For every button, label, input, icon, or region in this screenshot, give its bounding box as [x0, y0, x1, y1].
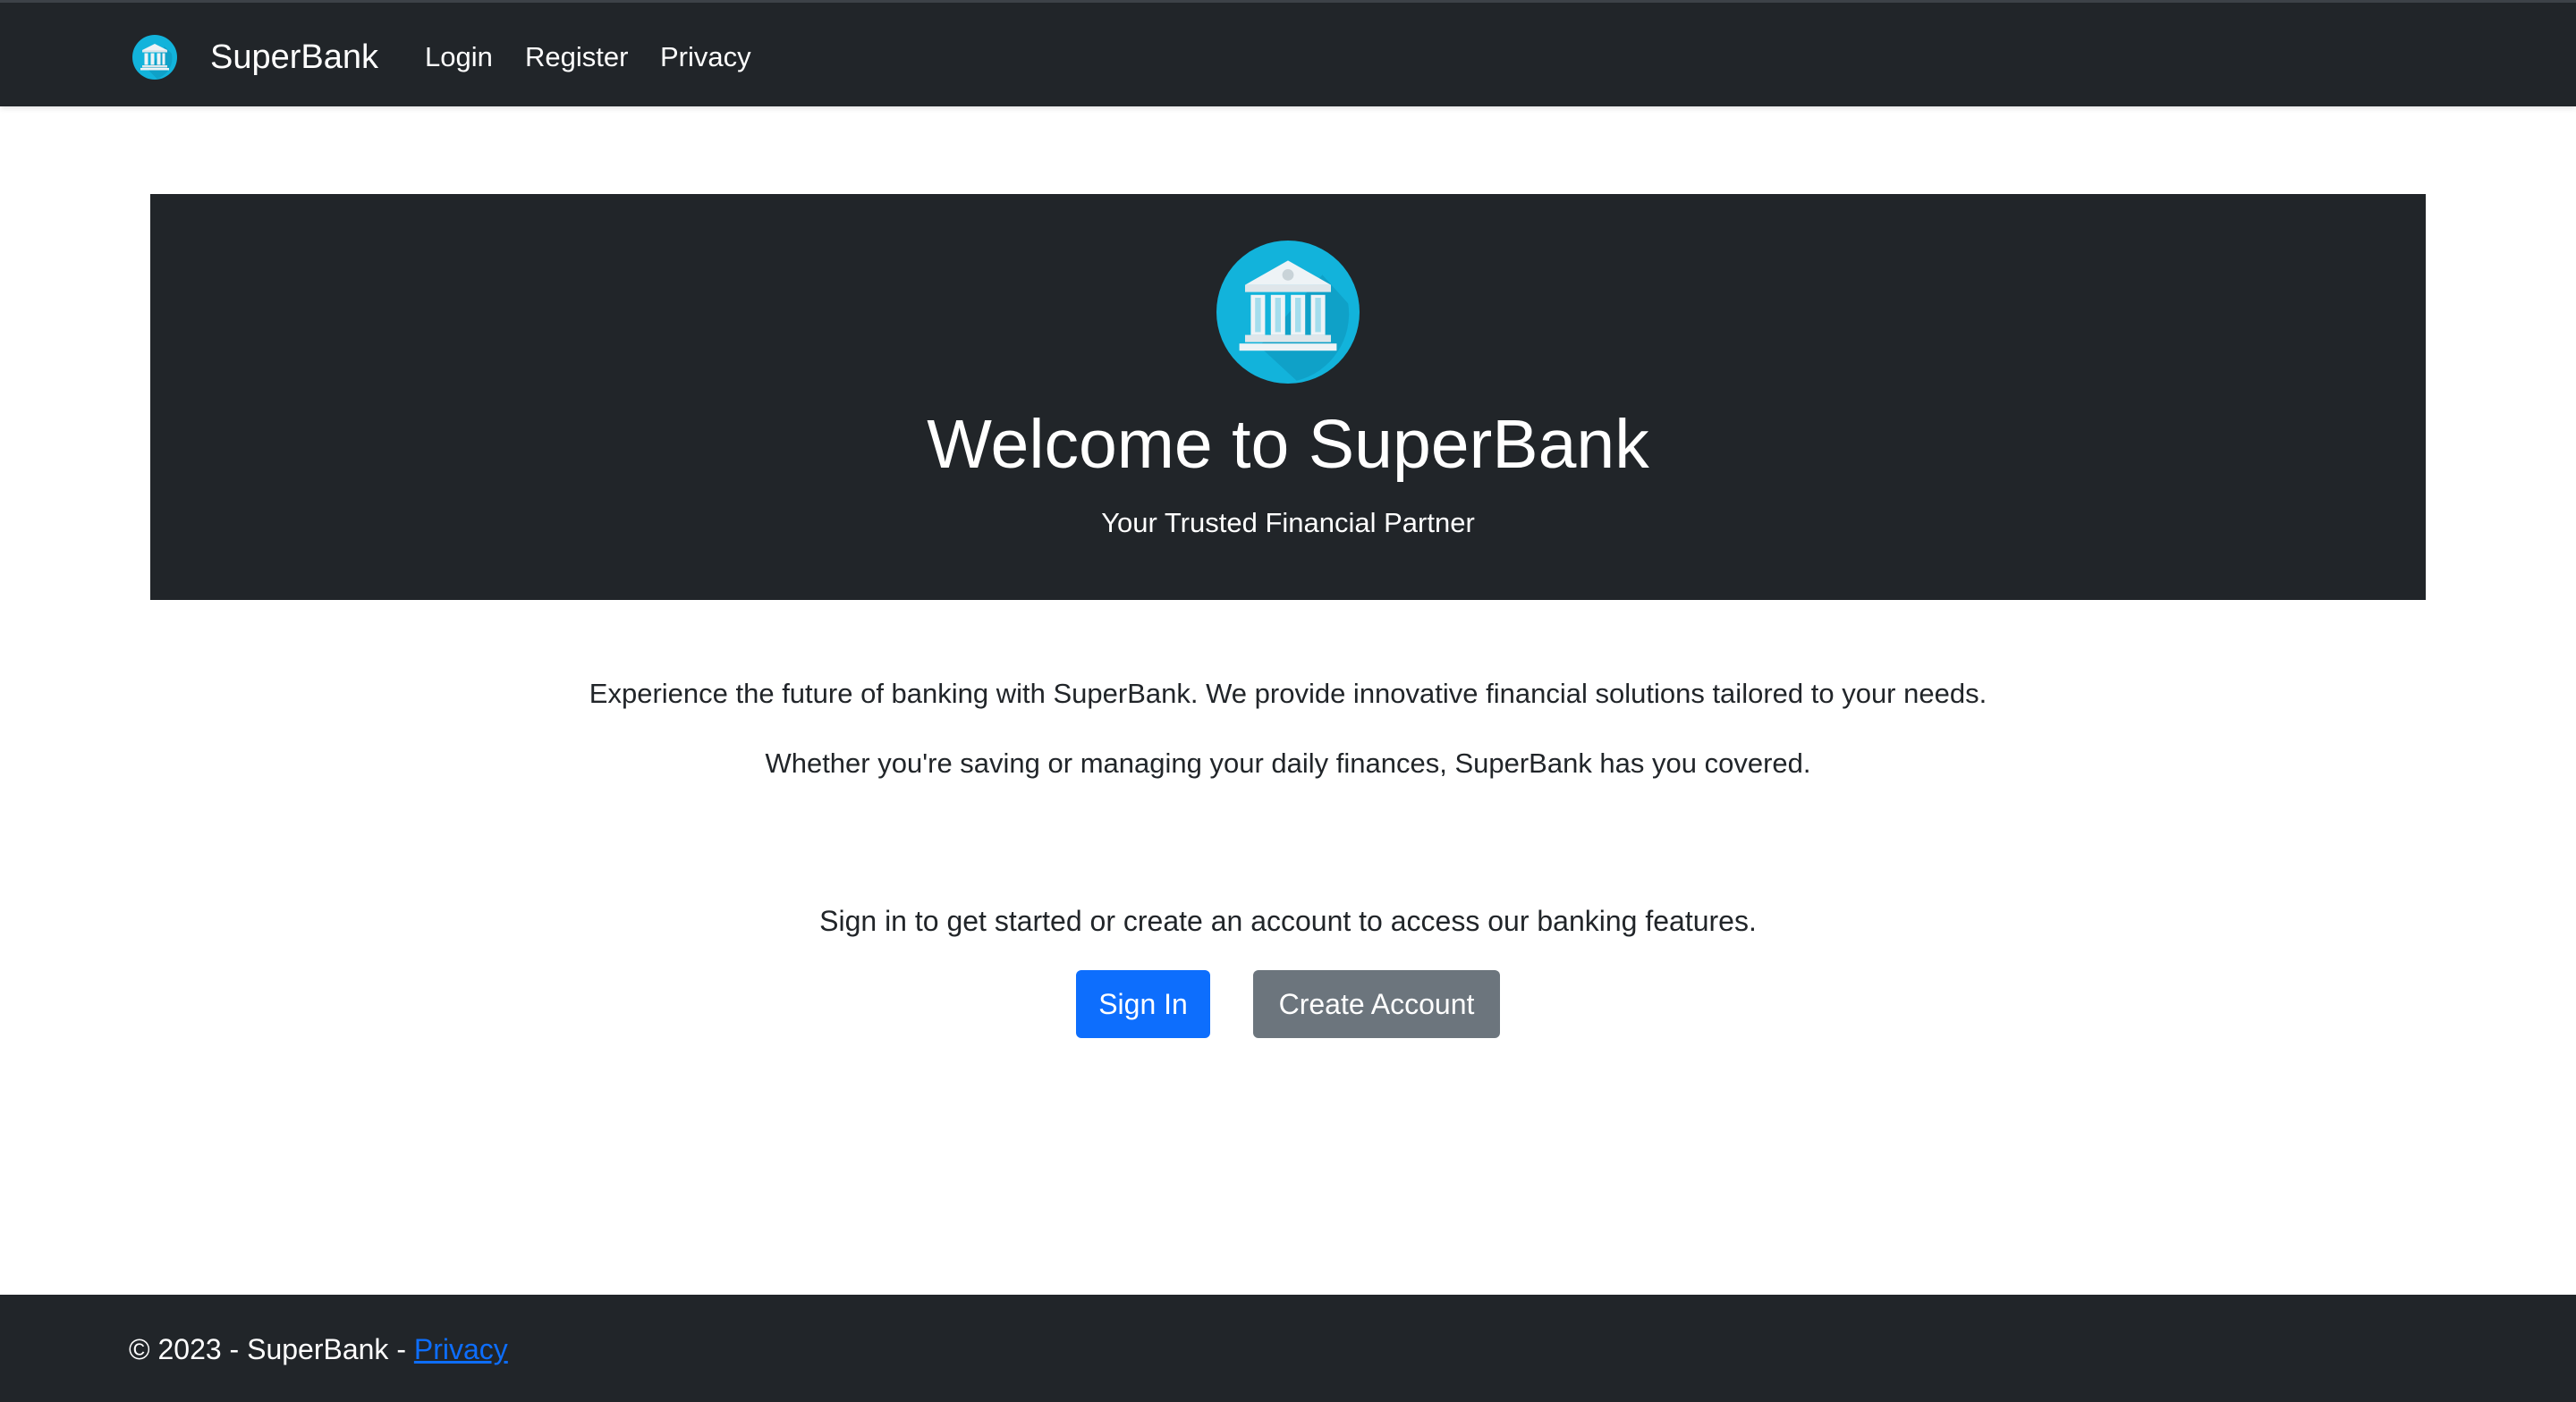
intro-paragraph-2: Whether you're saving or managing your d…	[765, 747, 1811, 779]
nav-login-link[interactable]: Login	[425, 37, 493, 78]
hero-title: Welcome to SuperBank	[927, 406, 1649, 483]
nav-register-link[interactable]: Register	[525, 37, 628, 78]
footer-text-row: © 2023 - SuperBank - Privacy	[129, 1329, 508, 1370]
brand-link[interactable]: SuperBank	[210, 35, 378, 80]
footer-copyright: © 2023 - SuperBank -	[129, 1333, 414, 1365]
bank-building-icon[interactable]	[132, 35, 177, 80]
hero-banner: Welcome to SuperBank Your Trusted Financ…	[150, 194, 2426, 600]
sign-in-button[interactable]: Sign In	[1076, 970, 1210, 1038]
nav-privacy-link[interactable]: Privacy	[660, 37, 751, 78]
create-account-button[interactable]: Create Account	[1253, 970, 1500, 1038]
bank-building-icon	[1216, 241, 1360, 384]
top-navbar: SuperBank Login Register Privacy	[0, 0, 2576, 106]
page-footer: © 2023 - SuperBank - Privacy	[0, 1295, 2576, 1402]
footer-privacy-link[interactable]: Privacy	[414, 1333, 508, 1365]
cta-text: Sign in to get started or create an acco…	[819, 905, 1757, 937]
intro-paragraph: Experience the future of banking with Su…	[589, 678, 1987, 709]
hero-subtitle: Your Trusted Financial Partner	[1101, 507, 1475, 538]
